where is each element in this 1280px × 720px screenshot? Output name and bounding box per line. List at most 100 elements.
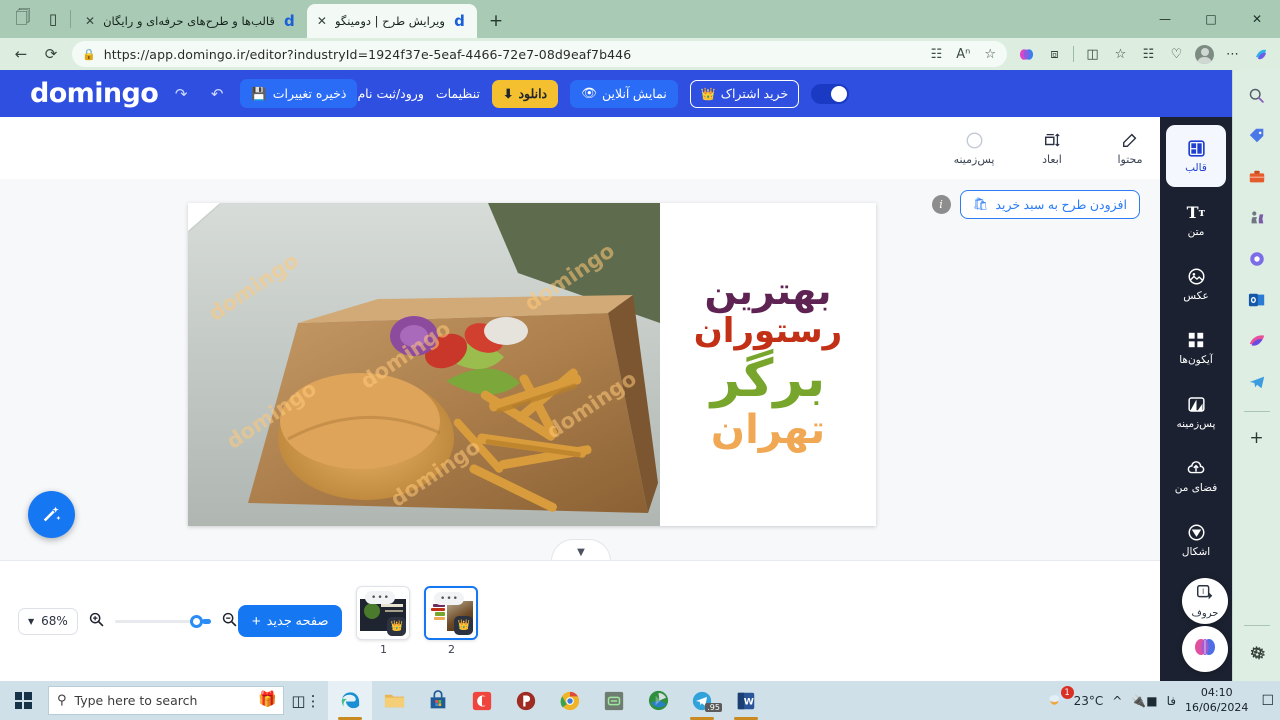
zoom-slider[interactable] — [114, 614, 211, 628]
address-bar[interactable]: 🔒 https://app.domingo.ir/editor?industry… — [72, 41, 1007, 67]
zoom-slider-knob[interactable] — [189, 614, 203, 628]
selection-handle[interactable] — [188, 203, 220, 231]
browser-tab-1[interactable]: d قالب‌ها و طرح‌های حرفه‌ای و رایگان ✕ — [75, 4, 307, 38]
settings-more-icon[interactable]: ⋯ — [1219, 41, 1246, 67]
zoom-out-icon[interactable] — [221, 611, 238, 632]
task-view-icon[interactable]: ◫⋮ — [284, 681, 328, 720]
toolbar-item-dimensions[interactable]: ابعاد — [1022, 130, 1082, 166]
save-button[interactable]: ذخیره تغییرات 💾 — [240, 79, 358, 108]
designer-icon[interactable] — [1242, 244, 1272, 274]
taskbar-app-word[interactable]: W — [724, 681, 768, 720]
magic-wand-button[interactable] — [28, 491, 75, 538]
notifications-icon[interactable]: ☐ — [1257, 693, 1274, 709]
more-dots-icon[interactable]: ••• — [434, 592, 465, 605]
toolbar-item-content[interactable]: محتوا — [1100, 130, 1160, 166]
settings-gear-float-icon[interactable]: ⚙ — [1242, 636, 1276, 670]
browser-tab-1-close-icon[interactable]: ✕ — [83, 14, 97, 28]
design-canvas[interactable]: domingo domingo domingo domingo domingo … — [188, 203, 876, 526]
taskbar-app-potplayer[interactable] — [504, 681, 548, 720]
design-line-3[interactable]: برگر — [711, 352, 825, 407]
games-icon[interactable] — [1242, 203, 1272, 233]
tool-item-background[interactable]: پس‌زمینه — [1166, 381, 1226, 443]
page-thumbnail-2[interactable]: ••• 👑 — [424, 586, 479, 640]
taskbar-search-box[interactable]: ⚲ Type here to search 🎁 — [48, 686, 284, 715]
language-indicator[interactable]: فا — [1167, 694, 1176, 708]
more-dots-icon[interactable]: ••• — [365, 591, 396, 604]
profile-avatar[interactable] — [1191, 41, 1218, 67]
favorite-star-icon[interactable]: ☆ — [981, 47, 999, 62]
new-tab-button[interactable]: + — [481, 6, 511, 36]
tool-item-my-space[interactable]: فضای من — [1166, 445, 1226, 507]
taskbar-app-file-explorer[interactable] — [372, 681, 416, 720]
settings-link[interactable]: تنظیمات — [436, 86, 480, 101]
battery-charging-icon[interactable]: 🔌■ — [1131, 694, 1157, 708]
tool-item-letters[interactable]: ا حروف — [1182, 578, 1228, 624]
zoom-in-icon[interactable] — [88, 611, 105, 632]
design-line-4[interactable]: تهران — [711, 409, 825, 451]
image-creator-icon[interactable] — [1242, 326, 1272, 356]
redo-icon[interactable]: ↷ — [168, 81, 194, 107]
tab-actions-icon[interactable]: ▯ — [38, 2, 68, 36]
taskbar-clock[interactable]: 04:10 16/06/2024 — [1185, 686, 1248, 714]
minimize-button[interactable]: — — [1142, 0, 1188, 38]
design-line-2[interactable]: رستوران — [694, 314, 842, 350]
online-preview-button[interactable]: نمایش آنلاین 👁 — [570, 79, 678, 108]
new-page-button[interactable]: صفحه جدید + — [237, 605, 343, 637]
tool-item-text[interactable]: Tт متن — [1166, 189, 1226, 251]
maximize-button[interactable]: □ — [1188, 0, 1234, 38]
page-thumbnail-1[interactable]: ••• 👑 — [356, 586, 411, 640]
undo-icon[interactable]: ↶ — [204, 81, 230, 107]
weather-widget[interactable]: 1 23°C — [1047, 686, 1103, 711]
shopping-tag-icon[interactable] — [1242, 121, 1272, 151]
tool-item-icons[interactable]: آیکون‌ها — [1166, 317, 1226, 379]
taskbar-app-microsoft-store[interactable] — [416, 681, 460, 720]
tab-search-icon[interactable]: 🗍 — [8, 2, 38, 36]
collapse-panel-button[interactable]: ▼ — [551, 539, 611, 560]
extensions-icon[interactable]: ⧈ — [1041, 41, 1068, 67]
reload-button[interactable]: ⟳ — [36, 41, 66, 67]
taskbar-app-idm[interactable] — [636, 681, 680, 720]
tool-item-shapes[interactable]: اشکال — [1166, 509, 1226, 571]
taskbar-app-telegram[interactable]: .95 — [680, 681, 724, 720]
ai-assistant-button[interactable] — [1182, 626, 1228, 672]
show-hidden-icons-icon[interactable]: ^ — [1112, 694, 1122, 708]
taskbar-app-chrome[interactable] — [548, 681, 592, 720]
browser-essentials-icon[interactable]: ♡ — [1163, 41, 1190, 67]
outlook-icon[interactable] — [1242, 285, 1272, 315]
search-icon[interactable] — [1242, 80, 1272, 110]
login-register-link[interactable]: ورود/ثبت نام — [357, 86, 423, 101]
toolbar-item-background[interactable]: پس‌زمینه — [944, 130, 1004, 166]
favorites-icon[interactable]: ☆ — [1107, 41, 1134, 67]
telegram-icon[interactable] — [1242, 367, 1272, 397]
add-to-cart-button[interactable]: افزودن طرح به سبد خرید 🛍 — [959, 190, 1140, 219]
design-photo[interactable]: domingo domingo domingo domingo domingo … — [188, 203, 660, 526]
windows-start-icon[interactable] — [0, 681, 46, 720]
tools-icon[interactable] — [1242, 162, 1272, 192]
canvas-area[interactable]: افزودن طرح به سبد خرید 🛍 i domingo domin… — [0, 179, 1160, 560]
browser-tab-2[interactable]: d ویرایش طرح | دومینگو ✕ — [306, 4, 477, 38]
dark-mode-toggle[interactable]: ☾ — [811, 83, 850, 104]
taskbar-app-camtasia[interactable] — [460, 681, 504, 720]
taskbar-app-edge[interactable] — [328, 681, 372, 720]
split-screen-icon[interactable]: ☷ — [928, 47, 946, 62]
tool-item-image[interactable]: عکس — [1166, 253, 1226, 315]
tool-item-template[interactable]: قالب — [1166, 125, 1226, 187]
gift-icon[interactable]: 🎁 — [258, 690, 277, 708]
info-icon[interactable]: i — [931, 195, 951, 214]
browser-tab-2-close-icon[interactable]: ✕ — [315, 14, 329, 28]
domingo-logo[interactable]: domingo — [30, 78, 159, 109]
design-text-block[interactable]: بهترین رستوران برگر تهران — [660, 203, 876, 526]
download-button[interactable]: دانلود ⬇ — [491, 79, 559, 108]
subscribe-button[interactable]: خرید اشتراک 👑 — [689, 79, 800, 108]
add-icon[interactable]: + — [1242, 423, 1272, 453]
copilot-sidebar-icon[interactable] — [1247, 41, 1274, 67]
taskbar-app-notepad[interactable] — [592, 681, 636, 720]
read-aloud-icon[interactable]: Aⁿ — [953, 47, 973, 62]
split-screen-window-icon[interactable]: ◫ — [1079, 41, 1106, 67]
close-button[interactable]: ✕ — [1234, 0, 1280, 38]
collections-icon[interactable]: ☷ — [1135, 41, 1162, 67]
design-line-1[interactable]: بهترین — [705, 272, 832, 312]
copilot-icon[interactable] — [1013, 41, 1040, 67]
zoom-level-selector[interactable]: ▼ 68% — [18, 607, 78, 635]
back-button[interactable]: ← — [6, 41, 36, 67]
